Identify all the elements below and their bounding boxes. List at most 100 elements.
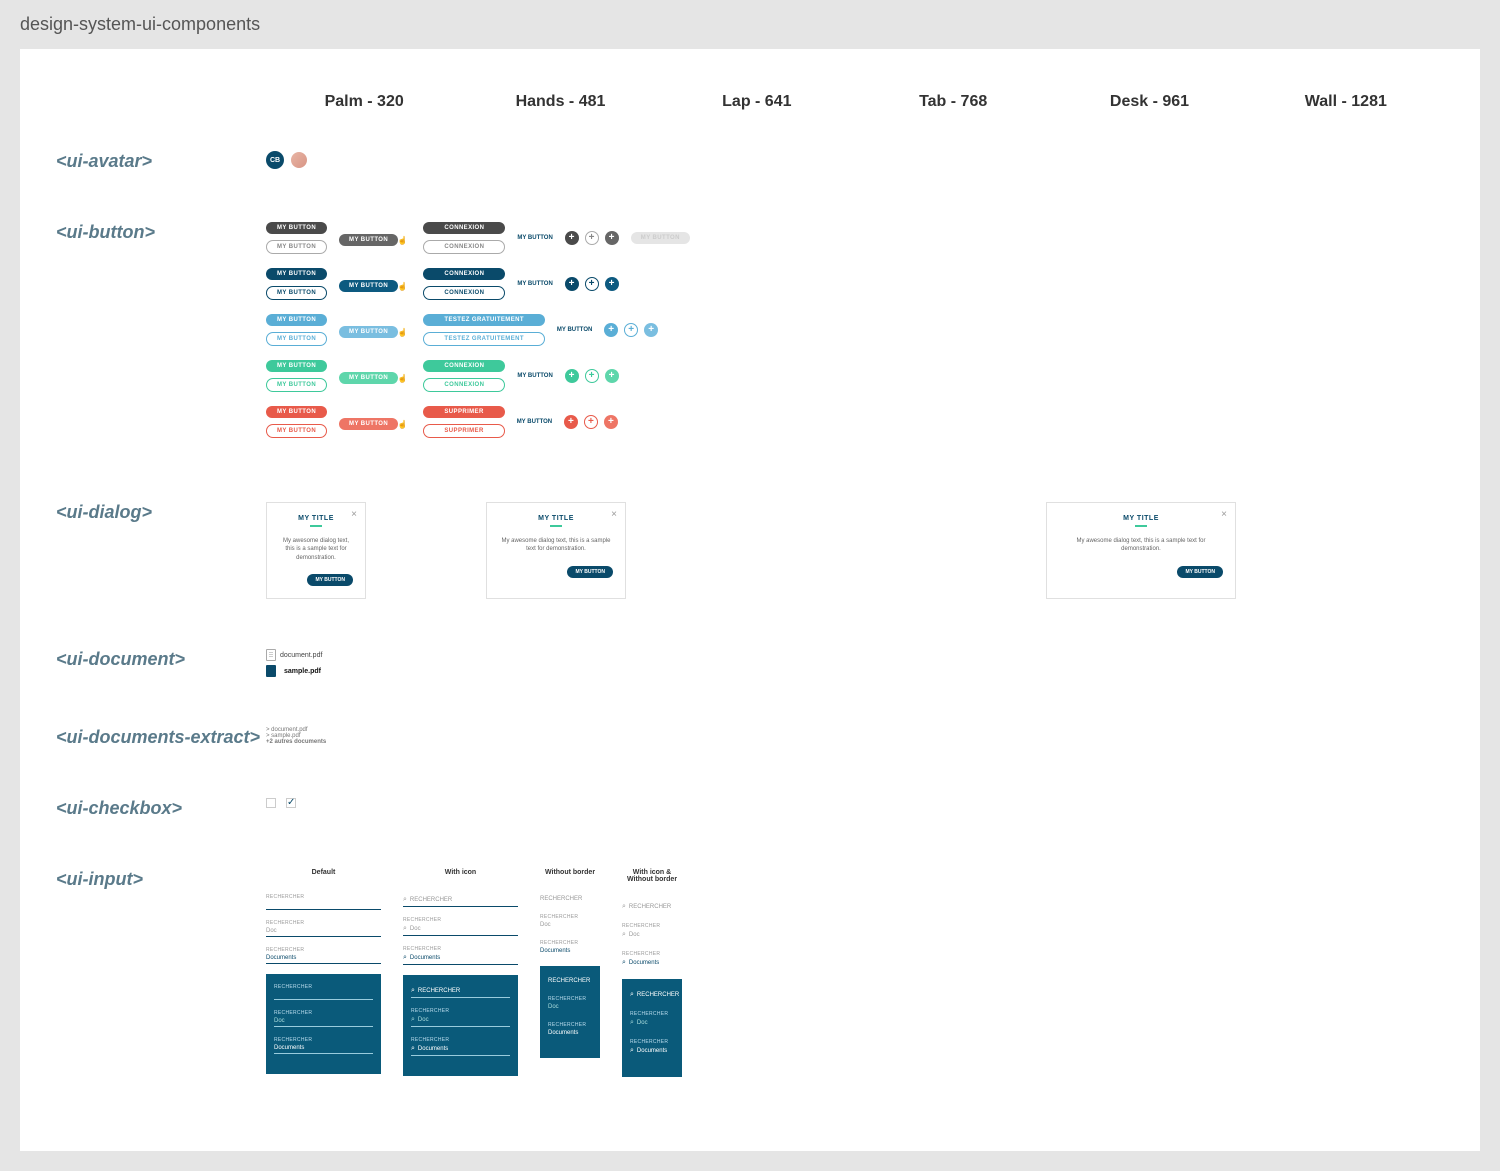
- cursor-icon: ☝: [397, 282, 407, 291]
- button-text-label[interactable]: MY BUTTON: [517, 235, 552, 241]
- text-input[interactable]: ⌕Doc: [411, 1014, 510, 1027]
- document-item-bold[interactable]: sample.pdf: [266, 665, 1444, 677]
- text-input[interactable]: Doc: [266, 926, 381, 937]
- text-input[interactable]: [266, 900, 381, 910]
- add-icon-button[interactable]: +: [565, 277, 579, 291]
- add-icon-button-hover[interactable]: +: [644, 323, 658, 337]
- add-icon-button-hover[interactable]: +: [604, 415, 618, 429]
- text-input[interactable]: ⌕Documents: [411, 1043, 510, 1056]
- button-hover[interactable]: MY BUTTON: [339, 418, 398, 430]
- add-icon-button[interactable]: +: [565, 369, 579, 383]
- component-label-checkbox: <ui-checkbox>: [56, 798, 266, 819]
- text-input[interactable]: ⌕RECHERCHER: [411, 985, 510, 998]
- text-input[interactable]: Documents: [540, 946, 600, 956]
- add-icon-button-outline[interactable]: +: [585, 277, 599, 291]
- button-wide-outline[interactable]: SUPPRIMER: [423, 424, 504, 438]
- button-wide-outline[interactable]: CONNEXION: [423, 378, 505, 392]
- dialog-small: × MY TITLE My awesome dialog text, this …: [266, 502, 366, 599]
- button-wide-outline[interactable]: CONNEXION: [423, 240, 505, 254]
- document-item[interactable]: document.pdf: [266, 649, 1444, 661]
- add-icon-button-hover[interactable]: +: [605, 231, 619, 245]
- component-label-button: <ui-button>: [56, 222, 266, 243]
- document-more-link[interactable]: +2 autres documents: [266, 739, 1444, 745]
- button-primary[interactable]: MY BUTTON: [266, 222, 327, 234]
- button-outline[interactable]: MY BUTTON: [266, 378, 327, 392]
- button-outline[interactable]: MY BUTTON: [266, 286, 327, 300]
- button-wide-fill[interactable]: TESTEZ GRATUITEMENT: [423, 314, 545, 326]
- button-disabled: MY BUTTON: [631, 232, 690, 244]
- button-text-label[interactable]: MY BUTTON: [517, 373, 552, 379]
- search-icon: ⌕: [630, 1047, 634, 1055]
- dialog-action-button[interactable]: MY BUTTON: [307, 574, 353, 586]
- add-icon-button-outline[interactable]: +: [624, 323, 638, 337]
- text-input[interactable]: Documents: [266, 953, 381, 964]
- button-primary[interactable]: MY BUTTON: [266, 406, 327, 418]
- add-icon-button-hover[interactable]: +: [605, 369, 619, 383]
- button-wide-fill[interactable]: CONNEXION: [423, 268, 505, 280]
- checkbox-unchecked[interactable]: [266, 798, 276, 808]
- button-text-label[interactable]: MY BUTTON: [517, 419, 552, 425]
- button-outline[interactable]: MY BUTTON: [266, 240, 327, 254]
- button-text-label[interactable]: MY BUTTON: [557, 327, 592, 333]
- text-input[interactable]: ⌕Documents: [403, 952, 518, 965]
- text-input[interactable]: Doc: [274, 1016, 373, 1027]
- text-input[interactable]: Doc: [540, 920, 600, 930]
- text-input[interactable]: ⌕RECHERCHER: [622, 901, 682, 913]
- input-dark-theme: RECHERCHER RECHERCHERDoc RECHERCHERDocum…: [266, 974, 381, 1074]
- button-hover[interactable]: MY BUTTON: [339, 234, 398, 246]
- add-icon-button[interactable]: +: [564, 415, 578, 429]
- text-input[interactable]: Doc: [548, 1002, 592, 1012]
- add-icon-button-outline[interactable]: +: [584, 415, 598, 429]
- text-input[interactable]: ⌕RECHERCHER: [630, 989, 674, 1001]
- close-icon[interactable]: ×: [351, 509, 357, 520]
- text-input[interactable]: ⌕Doc: [403, 923, 518, 936]
- button-primary[interactable]: MY BUTTON: [266, 268, 327, 280]
- dialog-underline: [550, 525, 562, 527]
- button-wide-outline[interactable]: CONNEXION: [423, 286, 505, 300]
- search-icon: ⌕: [411, 987, 415, 995]
- component-label-dialog: <ui-dialog>: [56, 502, 266, 523]
- avatar-image[interactable]: [290, 151, 308, 169]
- button-wide-fill[interactable]: CONNEXION: [423, 360, 505, 372]
- cursor-icon: ☝: [397, 328, 407, 337]
- add-icon-button-hover[interactable]: +: [605, 277, 619, 291]
- close-icon[interactable]: ×: [1221, 509, 1227, 520]
- dialog-title: MY TITLE: [499, 515, 613, 522]
- input-variant-header: Default: [266, 869, 381, 876]
- avatar-initials[interactable]: CB: [266, 151, 284, 169]
- button-wide-fill[interactable]: CONNEXION: [423, 222, 505, 234]
- button-primary[interactable]: MY BUTTON: [266, 360, 327, 372]
- input-label: RECHERCHER: [630, 1039, 674, 1045]
- button-primary[interactable]: MY BUTTON: [266, 314, 327, 326]
- text-input[interactable]: ⌕RECHERCHER: [403, 894, 518, 907]
- breakpoint-header: Palm - 320 Hands - 481 Lap - 641 Tab - 7…: [56, 73, 1444, 151]
- search-icon: ⌕: [622, 931, 626, 939]
- add-icon-button-outline[interactable]: +: [585, 231, 599, 245]
- text-input[interactable]: ⌕Documents: [630, 1045, 674, 1057]
- input-dark-theme: RECHERCHER RECHERCHERDoc RECHERCHERDocum…: [540, 966, 600, 1058]
- button-hover[interactable]: MY BUTTON: [339, 326, 398, 338]
- add-icon-button[interactable]: +: [604, 323, 618, 337]
- text-input[interactable]: RECHERCHER: [540, 894, 600, 904]
- text-input[interactable]: [274, 990, 373, 1000]
- button-wide-fill[interactable]: SUPPRIMER: [423, 406, 504, 418]
- text-input[interactable]: ⌕Doc: [630, 1017, 674, 1029]
- checkbox-checked[interactable]: ✓: [286, 798, 296, 808]
- dialog-action-button[interactable]: MY BUTTON: [1177, 566, 1223, 578]
- text-input[interactable]: Documents: [548, 1028, 592, 1038]
- text-input[interactable]: RECHERCHER: [548, 976, 592, 986]
- button-wide-outline[interactable]: TESTEZ GRATUITEMENT: [423, 332, 545, 346]
- close-icon[interactable]: ×: [611, 509, 617, 520]
- button-outline[interactable]: MY BUTTON: [266, 424, 327, 438]
- text-input[interactable]: ⌕Documents: [622, 957, 682, 969]
- button-text-label[interactable]: MY BUTTON: [517, 281, 552, 287]
- add-icon-button-outline[interactable]: +: [585, 369, 599, 383]
- text-input[interactable]: Documents: [274, 1043, 373, 1054]
- add-icon-button[interactable]: +: [565, 231, 579, 245]
- text-input[interactable]: ⌕Doc: [622, 929, 682, 941]
- button-outline[interactable]: MY BUTTON: [266, 332, 327, 346]
- button-hover[interactable]: MY BUTTON: [339, 280, 398, 292]
- button-hover[interactable]: MY BUTTON: [339, 372, 398, 384]
- input-variant-with-icon: With icon ⌕RECHERCHER RECHERCHER⌕Doc REC…: [403, 869, 518, 1077]
- dialog-action-button[interactable]: MY BUTTON: [567, 566, 613, 578]
